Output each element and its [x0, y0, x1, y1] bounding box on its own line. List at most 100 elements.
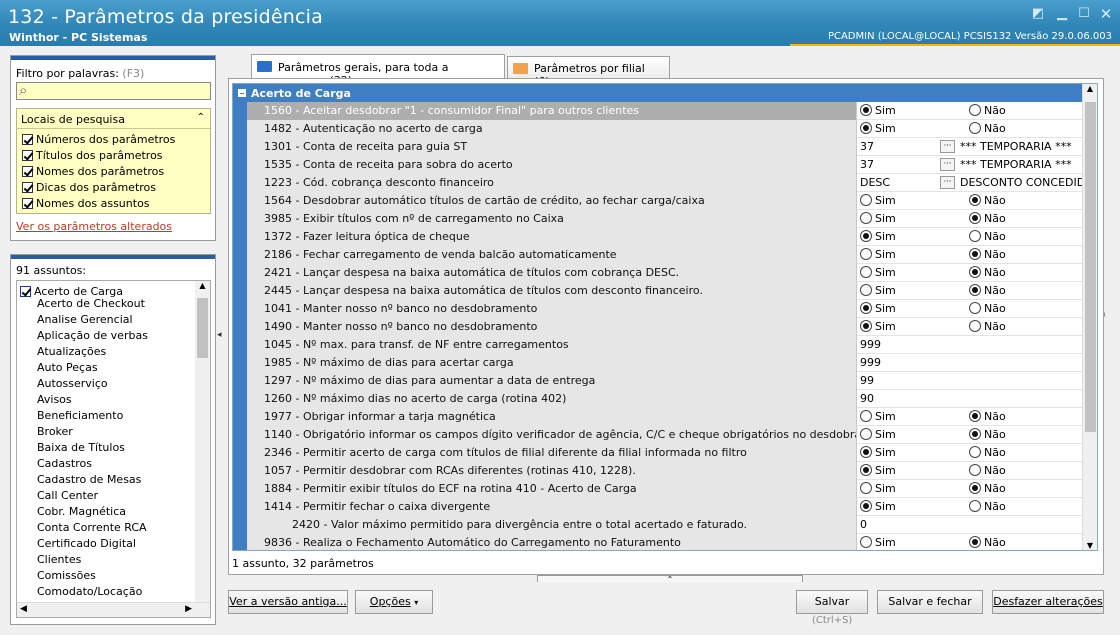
param-row[interactable]: 9836 - Realiza o Fechamento Automático d… [233, 534, 1083, 550]
param-row[interactable]: 1301 - Conta de receita para guia ST 37 ··… [233, 138, 1083, 156]
param-row[interactable]: 2445 - Lançar despesa na baixa automátic… [233, 282, 1083, 300]
option-sim[interactable]: Sim [860, 122, 896, 135]
search-input[interactable]: ⌕ [16, 81, 211, 100]
lookup-button[interactable]: ··· [940, 140, 955, 153]
location-option[interactable]: Números dos parâmetros [22, 133, 175, 149]
option-sim[interactable]: Sim [860, 302, 896, 315]
param-value[interactable]: 0 [860, 518, 867, 531]
radio-button[interactable] [860, 536, 872, 548]
param-row[interactable]: 1482 - Autenticação no acerto de carga Si… [233, 120, 1083, 138]
bottom-splitter[interactable]: ⌃ [537, 575, 803, 584]
option-nao[interactable]: Não [969, 464, 1006, 477]
option-nao[interactable]: Não [969, 248, 1006, 261]
save-close-button[interactable]: Salvar e fechar [877, 590, 983, 614]
option-nao[interactable]: Não [969, 284, 1006, 297]
param-value[interactable]: DESC [860, 176, 890, 189]
option-sim[interactable]: Sim [860, 446, 896, 459]
param-row[interactable]: 1490 - Manter nosso nº banco no desdobra… [233, 318, 1083, 336]
param-row[interactable]: 1297 - Nº máximo de dias para aumentar a… [233, 372, 1083, 390]
changed-params-link[interactable]: Ver os parâmetros alterados [16, 220, 172, 233]
list-item[interactable]: Analise Gerencial [37, 313, 148, 329]
location-option[interactable]: Títulos dos parâmetros [22, 149, 175, 165]
radio-button[interactable] [969, 122, 981, 134]
radio-button[interactable] [969, 230, 981, 242]
subjects-scrollbar[interactable]: ▲ [195, 281, 210, 617]
param-row[interactable]: 1985 - Nº máximo de dias para acertar ca… [233, 354, 1083, 372]
radio-button[interactable] [969, 248, 981, 260]
radio-button[interactable] [860, 428, 872, 440]
old-version-button[interactable]: Ver a versão antiga... [228, 590, 348, 614]
scroll-thumb[interactable] [1085, 102, 1096, 432]
param-row[interactable]: 1560 - Aceitar desdobrar "1 - consumidor… [233, 102, 1083, 120]
param-row[interactable]: 1977 - Obrigar informar a tarja magnétic… [233, 408, 1083, 426]
options-button[interactable]: Opções ▾ [355, 590, 433, 614]
scroll-right-icon[interactable]: ▶ [185, 604, 192, 614]
checkbox[interactable] [22, 150, 33, 161]
radio-button[interactable] [969, 536, 981, 548]
param-row[interactable]: 1057 - Permitir desdobrar com RCAs difer… [233, 462, 1083, 480]
param-value[interactable]: 99 [860, 374, 874, 387]
option-sim[interactable]: Sim [860, 230, 896, 243]
param-row[interactable]: 2346 - Permitir acerto de carga com títu… [233, 444, 1083, 462]
location-option[interactable]: Nomes dos assuntos [22, 197, 175, 213]
param-value[interactable]: 37 [860, 158, 874, 171]
radio-button[interactable] [969, 410, 981, 422]
radio-button[interactable] [969, 464, 981, 476]
list-item[interactable]: Autosserviço [37, 377, 148, 393]
radio-button[interactable] [860, 266, 872, 278]
collapse-icon[interactable]: ⌃ [197, 112, 205, 123]
param-row[interactable]: 1045 - Nº max. para transf. de NF entre … [233, 336, 1083, 354]
radio-button[interactable] [969, 446, 981, 458]
location-option[interactable]: Nomes dos parâmetros [22, 165, 175, 181]
lookup-button[interactable]: ··· [940, 158, 955, 171]
option-nao[interactable]: Não [969, 122, 1006, 135]
list-item[interactable]: Broker [37, 425, 148, 441]
option-sim[interactable]: Sim [860, 320, 896, 333]
param-row[interactable]: 1140 - Obrigatório informar os campos dí… [233, 426, 1083, 444]
radio-button[interactable] [969, 500, 981, 512]
option-sim[interactable]: Sim [860, 482, 896, 495]
param-row[interactable]: 1414 - Permitir fechar o caixa divergent… [233, 498, 1083, 516]
restore-icon[interactable]: ◩ [1030, 7, 1046, 21]
option-sim[interactable]: Sim [860, 410, 896, 423]
minimize-icon[interactable]: ▁ [1054, 7, 1070, 21]
radio-button[interactable] [969, 212, 981, 224]
scroll-left-icon[interactable]: ◀ [20, 604, 27, 614]
close-icon[interactable]: ✕ [1098, 7, 1114, 22]
param-value[interactable]: 37 [860, 140, 874, 153]
option-nao[interactable]: Não [969, 500, 1006, 513]
option-nao[interactable]: Não [969, 230, 1006, 243]
scroll-down-icon[interactable]: ▼ [1083, 541, 1097, 550]
option-nao[interactable]: Não [969, 536, 1006, 549]
radio-button[interactable] [860, 122, 872, 134]
param-row[interactable]: 1223 - Cód. cobrança desconto financeiro… [233, 174, 1083, 192]
checkbox[interactable] [22, 198, 33, 209]
list-item[interactable]: Certificado Digital [37, 537, 148, 553]
option-nao[interactable]: Não [969, 266, 1006, 279]
checkbox[interactable] [20, 286, 31, 297]
option-sim[interactable]: Sim [860, 194, 896, 207]
option-nao[interactable]: Não [969, 104, 1006, 117]
radio-button[interactable] [969, 428, 981, 440]
radio-button[interactable] [969, 284, 981, 296]
option-sim[interactable]: Sim [860, 212, 896, 225]
radio-button[interactable] [860, 212, 872, 224]
list-item[interactable]: Aplicação de verbas [37, 329, 148, 345]
lookup-button[interactable]: ··· [940, 176, 955, 189]
param-value[interactable]: 999 [860, 338, 881, 351]
radio-button[interactable] [860, 446, 872, 458]
radio-button[interactable] [860, 302, 872, 314]
option-nao[interactable]: Não [969, 212, 1006, 225]
param-row[interactable]: 2186 - Fechar carregamento de venda balc… [233, 246, 1083, 264]
radio-button[interactable] [860, 194, 872, 206]
option-sim[interactable]: Sim [860, 104, 896, 117]
scroll-thumb[interactable] [197, 298, 208, 358]
save-button[interactable]: Salvar [796, 590, 868, 614]
list-item[interactable]: Clientes [37, 553, 148, 569]
radio-button[interactable] [860, 230, 872, 242]
option-nao[interactable]: Não [969, 482, 1006, 495]
option-nao[interactable]: Não [969, 410, 1006, 423]
radio-button[interactable] [969, 320, 981, 332]
radio-button[interactable] [860, 284, 872, 296]
param-row[interactable]: 2421 - Lançar despesa na baixa automátic… [233, 264, 1083, 282]
